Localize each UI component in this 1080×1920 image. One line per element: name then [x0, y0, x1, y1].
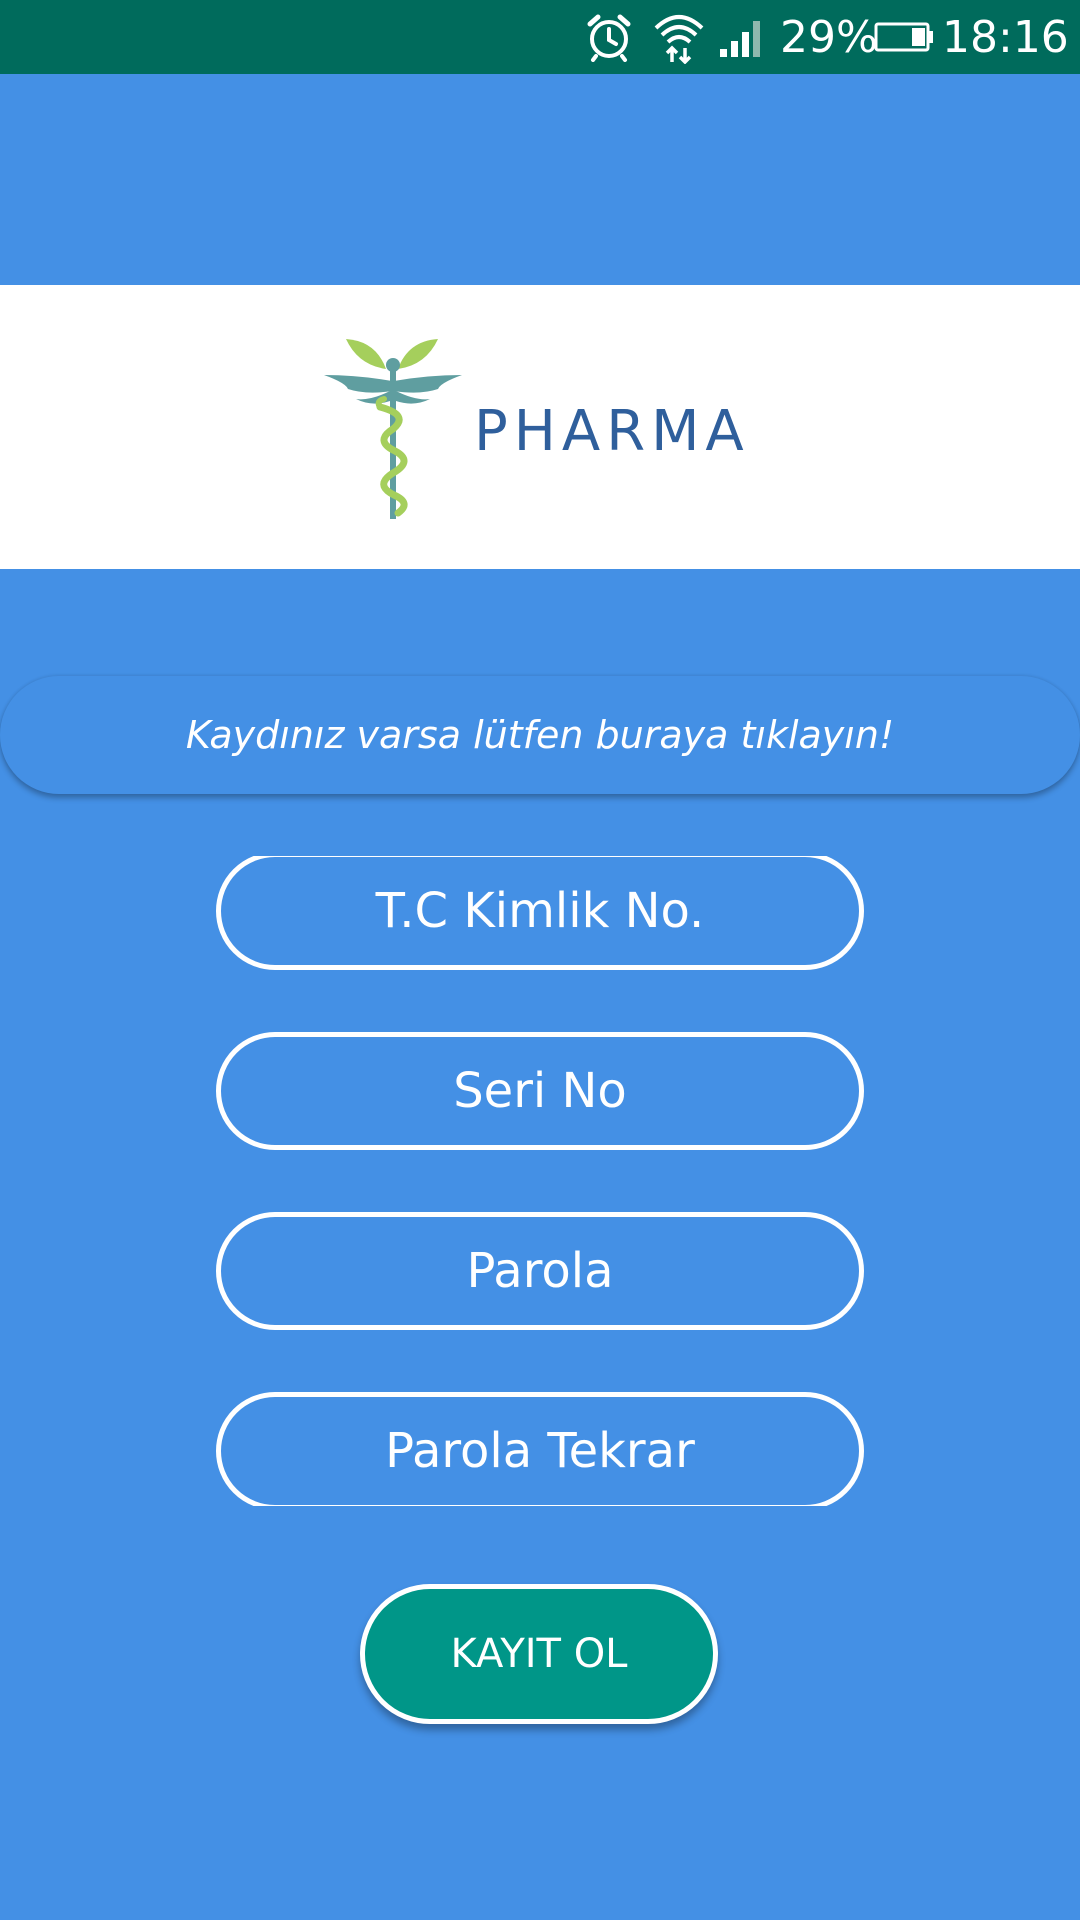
password-input[interactable]	[216, 1212, 864, 1330]
alarm-icon	[584, 0, 634, 74]
clock: 18:16	[942, 11, 1069, 63]
brand-name: PHARMA	[474, 399, 750, 464]
battery-percent: 29%	[780, 11, 878, 63]
wifi-icon	[652, 0, 706, 74]
signal-icon	[718, 0, 768, 74]
seri-no-input[interactable]	[216, 1032, 864, 1150]
battery-icon	[874, 0, 934, 74]
password-repeat-input[interactable]	[216, 1392, 864, 1506]
login-link-button[interactable]: Kaydınız varsa lütfen buraya tıklayın!	[0, 676, 1080, 794]
tc-kimlik-input[interactable]	[216, 856, 864, 970]
status-bar: 29% 18:16	[0, 0, 1080, 74]
password-repeat-field-container	[200, 1392, 880, 1506]
caduceus-icon	[318, 329, 468, 529]
register-button[interactable]: KAYIT OL	[360, 1584, 718, 1724]
tc-kimlik-field-container	[200, 856, 880, 974]
logo-banner: PHARMA	[0, 285, 1080, 569]
